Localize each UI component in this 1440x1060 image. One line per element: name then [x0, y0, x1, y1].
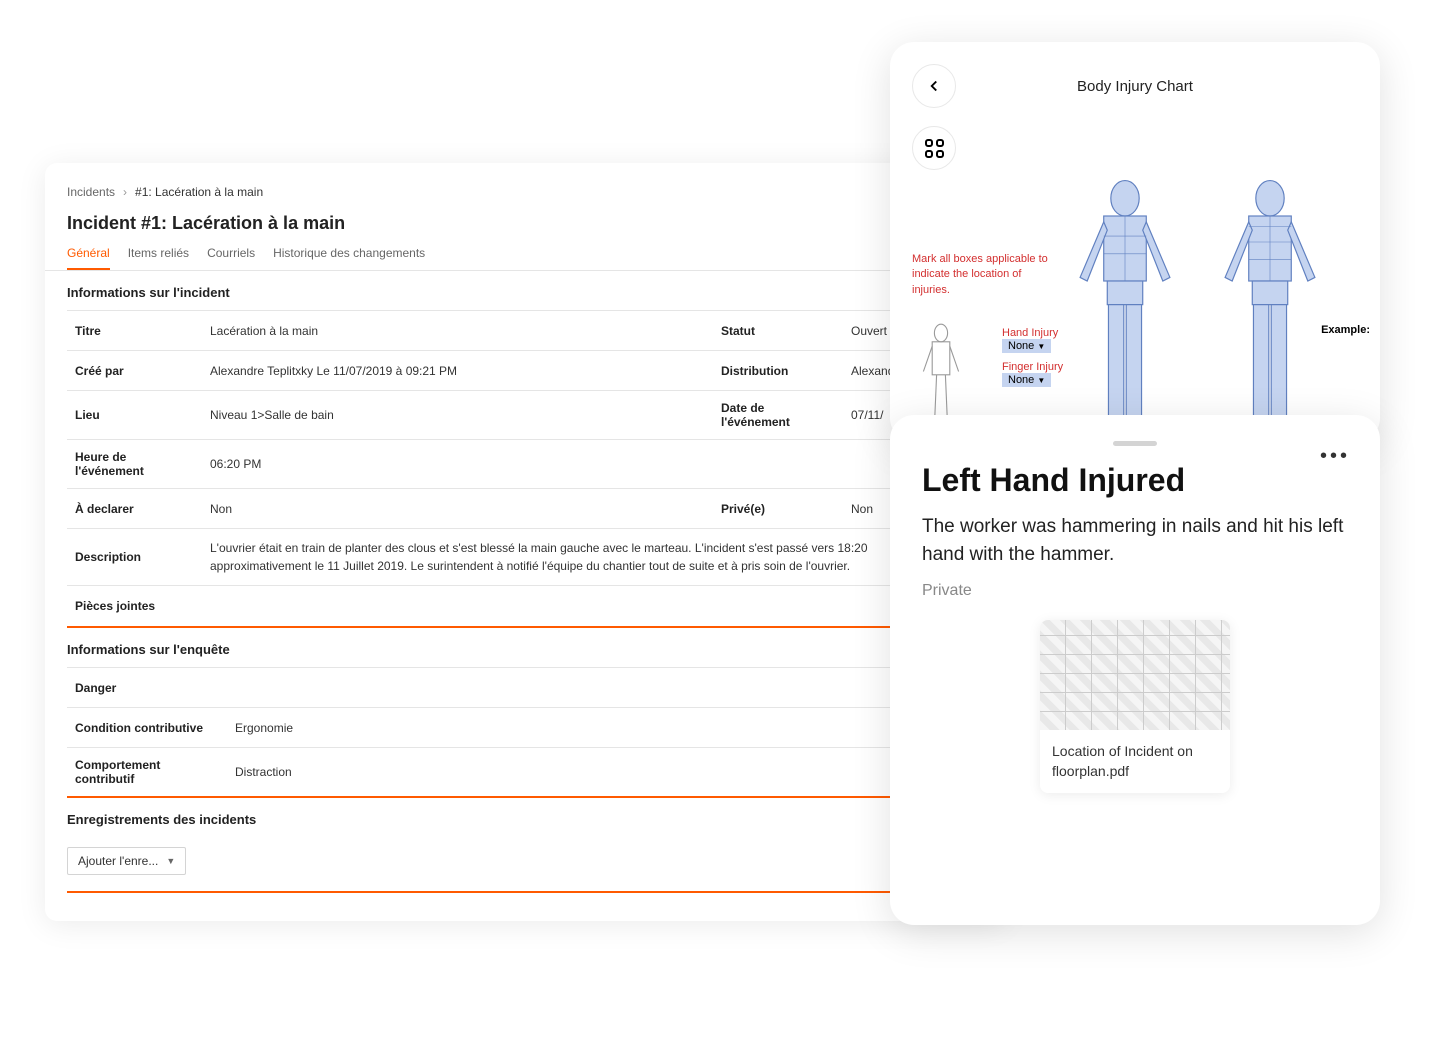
- field-value: Niveau 1>Salle de bain: [202, 398, 713, 432]
- attachment-filename: Location of Incident on floorplan.pdf: [1040, 730, 1230, 793]
- field-value: L'ouvrier était en train de planter des …: [202, 529, 983, 585]
- hand-injury-dropdown[interactable]: None ▼: [1002, 339, 1051, 353]
- chevron-left-icon: [925, 77, 943, 95]
- add-record-dropdown[interactable]: Ajouter l'enre... ▼: [67, 847, 186, 875]
- field-label: Titre: [67, 314, 202, 348]
- table-row: Titre Lacération à la main Statut Ouvert: [67, 311, 983, 351]
- drag-handle[interactable]: [1113, 441, 1157, 446]
- field-label: Privé(e): [713, 492, 843, 526]
- section-investigation: Informations sur l'enquête: [45, 628, 1005, 667]
- table-row: Pièces jointes: [67, 586, 983, 626]
- chevron-down-icon: ▼: [1037, 376, 1045, 385]
- breadcrumb-root[interactable]: Incidents: [67, 185, 115, 199]
- field-label: [713, 454, 843, 474]
- instructions-text: Mark all boxes applicable to indicate th…: [912, 252, 1062, 298]
- body-chart-panel: Body Injury Chart Mark all boxes applica…: [890, 42, 1380, 442]
- body-chart-header: Body Injury Chart: [912, 64, 1358, 108]
- table-row: Lieu Niveau 1>Salle de bain Date de l'év…: [67, 391, 983, 440]
- grid-view-button[interactable]: [912, 126, 956, 170]
- hand-injury-label: Hand Injury: [1002, 327, 1063, 339]
- incident-panel: Incidents › #1: Lacération à la main Inc…: [45, 163, 1005, 921]
- body-figure-front[interactable]: [1210, 177, 1330, 437]
- table-row: Description L'ouvrier était en train de …: [67, 529, 983, 586]
- tab-change-history[interactable]: Historique des changements: [273, 246, 425, 270]
- field-value: Lacération à la main: [202, 314, 713, 348]
- section-records: Enregistrements des incidents: [45, 798, 1005, 837]
- chevron-down-icon: ▼: [166, 856, 175, 866]
- grid-icon: [925, 139, 944, 158]
- breadcrumb-current: #1: Lacération à la main: [135, 185, 263, 199]
- detail-status: Private: [922, 582, 1348, 600]
- field-label: Danger: [67, 671, 227, 705]
- more-menu-button[interactable]: •••: [1320, 445, 1350, 468]
- example-label: Example:: [1321, 324, 1370, 336]
- field-label: Description: [67, 540, 202, 574]
- tab-general[interactable]: Général: [67, 246, 110, 270]
- table-row: Condition contributive Ergonomie: [67, 708, 983, 748]
- add-record-label: Ajouter l'enre...: [78, 854, 158, 868]
- page-title: Incident #1: Lacération à la main: [45, 213, 1005, 234]
- field-value: Ergonomie: [227, 711, 983, 745]
- incident-info-table: Titre Lacération à la main Statut Ouvert…: [67, 310, 983, 628]
- field-value: 06:20 PM: [202, 447, 713, 481]
- records-section: Ajouter l'enre... ▼: [45, 837, 1005, 893]
- field-label: Distribution: [713, 354, 843, 388]
- tab-related-items[interactable]: Items reliés: [128, 246, 189, 270]
- incident-detail-panel: ••• Left Hand Injured The worker was ham…: [890, 415, 1380, 925]
- chevron-down-icon: ▼: [1037, 342, 1045, 351]
- investigation-table: Danger Condition contributive Ergonomie …: [67, 667, 983, 798]
- table-row: Comportement contributif Distraction: [67, 748, 983, 796]
- field-label: Heure de l'événement: [67, 440, 202, 488]
- field-value: Non: [202, 492, 713, 526]
- field-label: Créé par: [67, 354, 202, 388]
- finger-injury-dropdown[interactable]: None ▼: [1002, 373, 1051, 387]
- field-label: Date de l'événement: [713, 391, 843, 439]
- table-row: Danger: [67, 668, 983, 708]
- field-value: Distraction: [227, 755, 983, 789]
- back-button[interactable]: [912, 64, 956, 108]
- section-incident-info: Informations sur l'incident: [45, 271, 1005, 310]
- chevron-right-icon: ›: [123, 185, 127, 199]
- field-value: Alexandre Teplitxky Le 11/07/2019 à 09:2…: [202, 354, 713, 388]
- field-label: Pièces jointes: [67, 589, 202, 623]
- body-figure-back[interactable]: [1065, 177, 1185, 437]
- attachment-card[interactable]: Location of Incident on floorplan.pdf: [1040, 620, 1230, 793]
- field-label: Comportement contributif: [67, 748, 227, 796]
- breadcrumb: Incidents › #1: Lacération à la main: [45, 185, 1005, 199]
- body-chart-title: Body Injury Chart: [912, 78, 1358, 95]
- field-value: [227, 678, 983, 698]
- detail-body: The worker was hammering in nails and hi…: [922, 513, 1348, 568]
- field-label: Condition contributive: [67, 711, 227, 745]
- tab-emails[interactable]: Courriels: [207, 246, 255, 270]
- finger-injury-label: Finger Injury: [1002, 361, 1063, 373]
- field-value: [202, 596, 983, 616]
- divider: [67, 891, 983, 893]
- detail-title: Left Hand Injured: [922, 462, 1348, 499]
- table-row: Créé par Alexandre Teplitxky Le 11/07/20…: [67, 351, 983, 391]
- field-label: À declarer: [67, 492, 202, 526]
- table-row: Heure de l'événement 06:20 PM: [67, 440, 983, 489]
- tabs: Général Items reliés Courriels Historiqu…: [45, 246, 1005, 271]
- field-label: Statut: [713, 314, 843, 348]
- table-row: À declarer Non Privé(e) Non: [67, 489, 983, 529]
- injury-controls: Hand Injury None ▼ Finger Injury None ▼: [1002, 327, 1063, 395]
- field-label: Lieu: [67, 398, 202, 432]
- attachment-thumbnail: [1040, 620, 1230, 730]
